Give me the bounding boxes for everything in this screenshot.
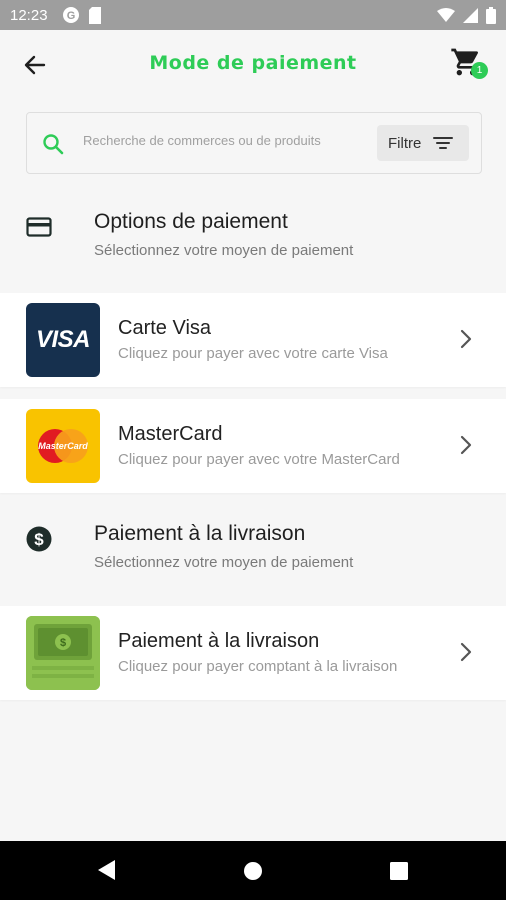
filter-button[interactable]: Filtre xyxy=(377,125,469,161)
section-subtitle: Sélectionnez votre moyen de paiement xyxy=(94,242,354,259)
wifi-icon xyxy=(437,8,455,22)
svg-text:$: $ xyxy=(34,530,44,549)
nav-recents-button[interactable] xyxy=(390,862,408,884)
option-title: Paiement à la livraison xyxy=(118,630,320,652)
option-mastercard[interactable]: MasterCard MasterCard Cliquez pour payer… xyxy=(0,399,506,493)
option-subtitle: Cliquez pour payer comptant à la livrais… xyxy=(118,658,398,675)
nav-home-button[interactable] xyxy=(243,861,263,885)
filter-icon xyxy=(433,137,454,149)
status-time: 12:23 xyxy=(10,6,48,24)
option-title: Carte Visa xyxy=(118,317,212,339)
home-circle-icon xyxy=(244,862,262,880)
dollar-circle-icon: $ xyxy=(26,526,52,552)
search-bar: Filtre xyxy=(26,112,482,174)
system-nav-bar xyxy=(0,841,506,900)
option-subtitle: Cliquez pour payer avec votre MasterCard xyxy=(118,451,400,468)
cart-count-badge: 1 xyxy=(471,62,488,79)
back-triangle-icon xyxy=(98,860,115,880)
mastercard-circles-icon: MasterCard xyxy=(38,429,88,463)
section-subtitle: Sélectionnez votre moyen de paiement xyxy=(94,554,354,571)
option-subtitle: Cliquez pour payer avec votre carte Visa xyxy=(118,345,388,362)
svg-text:G: G xyxy=(66,10,75,22)
option-title: MasterCard xyxy=(118,423,223,445)
sd-card-icon xyxy=(88,6,101,24)
cash-logo: $ xyxy=(26,616,100,690)
status-bar: 12:23 G xyxy=(0,0,506,30)
battery-icon xyxy=(486,6,496,24)
mastercard-logo-text: MasterCard xyxy=(38,441,88,451)
chevron-right-icon xyxy=(460,329,472,349)
visa-logo: VISA xyxy=(26,303,100,377)
page-title: Mode de paiement xyxy=(149,52,357,74)
chevron-right-icon xyxy=(460,435,472,455)
banknote-icon: $ xyxy=(26,616,100,690)
nav-back-button[interactable] xyxy=(96,859,116,885)
mastercard-logo: MasterCard xyxy=(26,409,100,483)
recents-square-icon xyxy=(390,862,408,880)
option-visa[interactable]: VISA Carte Visa Cliquez pour payer avec … xyxy=(0,293,506,387)
filter-label: Filtre xyxy=(388,134,422,152)
signal-icon xyxy=(463,7,478,23)
section-title: Paiement à la livraison xyxy=(94,522,306,545)
chevron-right-icon xyxy=(460,642,472,662)
section-cash-on-delivery: $ Paiement à la livraison Sélectionnez v… xyxy=(0,512,506,602)
cash-logo-text: $ xyxy=(60,637,66,649)
option-cash-on-delivery[interactable]: $ Paiement à la livraison Cliquez pour p… xyxy=(0,606,506,700)
circle-g-icon: G xyxy=(62,7,79,23)
search-input[interactable] xyxy=(83,133,363,148)
visa-logo-text: VISA xyxy=(35,326,91,353)
cart-button[interactable]: 1 xyxy=(450,46,488,82)
app-bar: Mode de paiement 1 xyxy=(0,30,506,100)
credit-card-icon xyxy=(26,217,52,237)
section-card-payment: Options de paiement Sélectionnez votre m… xyxy=(0,200,506,290)
search-icon xyxy=(43,134,64,155)
section-title: Options de paiement xyxy=(94,210,288,233)
